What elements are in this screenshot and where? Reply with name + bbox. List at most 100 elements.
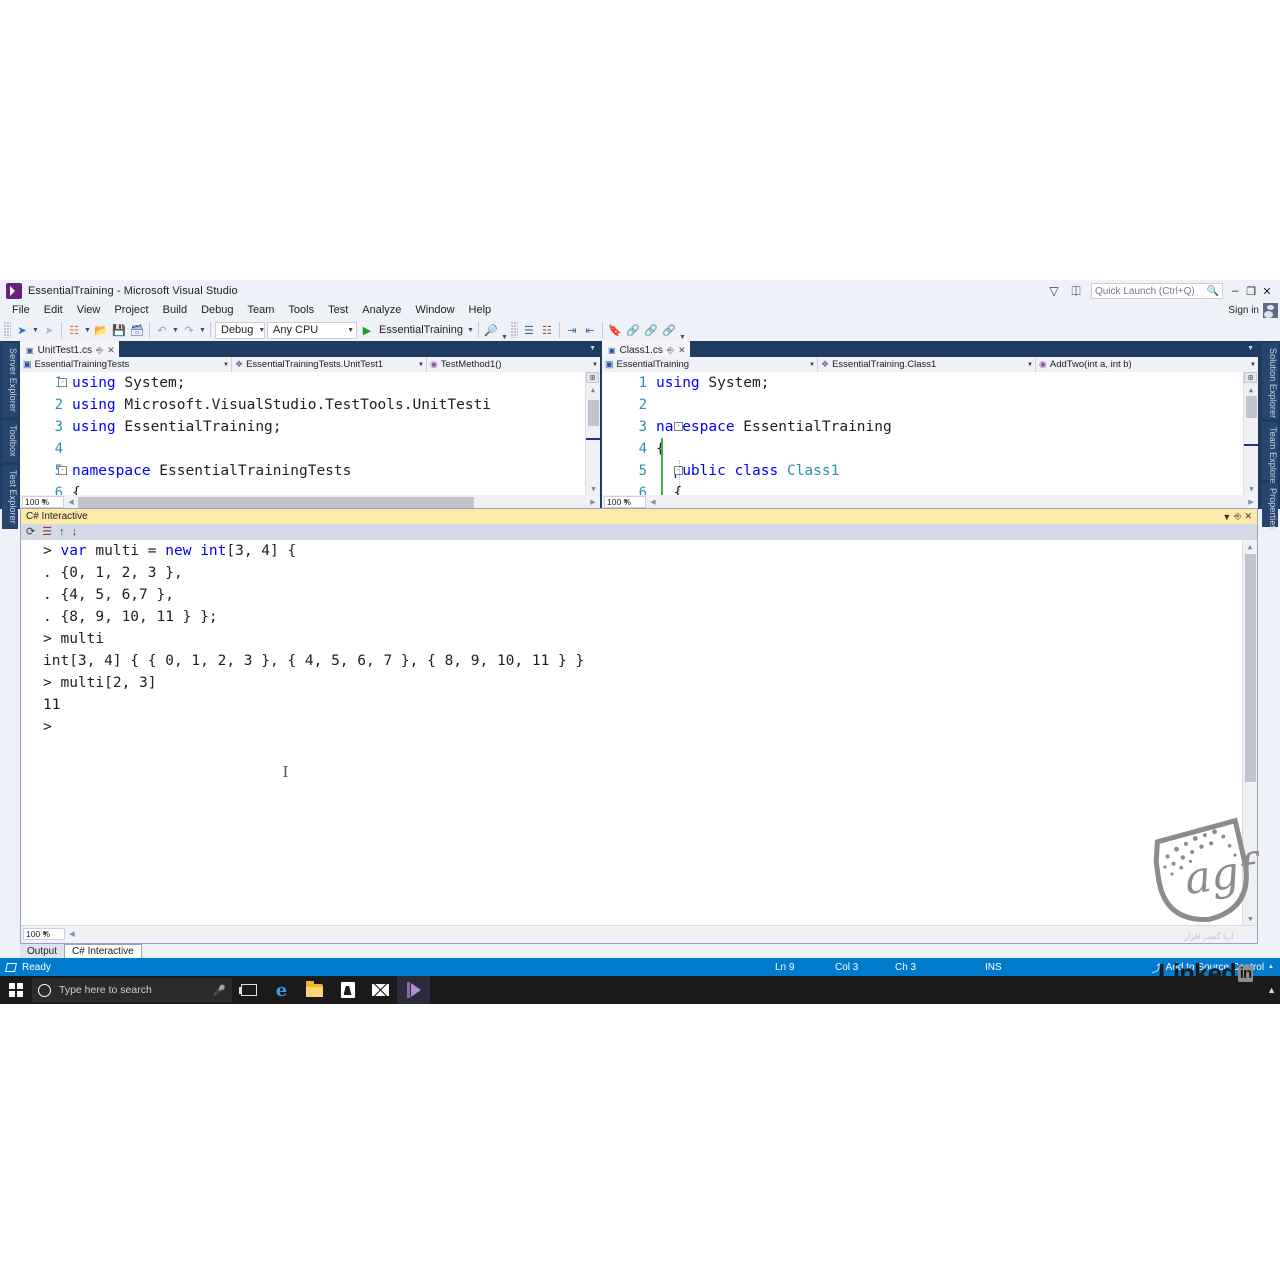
history-next-icon[interactable]: ↓ — [72, 526, 78, 538]
scroll-left-arrow-icon[interactable]: ◀ — [66, 498, 76, 506]
nav-project-dropdown[interactable]: ▣ EssentialTrainingTests ▼ — [20, 357, 232, 372]
scroll-right-arrow-icon[interactable]: ▶ — [1246, 498, 1256, 506]
collapse-fold-icon[interactable]: - — [674, 422, 683, 431]
scroll-down-arrow-icon[interactable]: ▼ — [1243, 912, 1257, 925]
menu-view[interactable]: View — [70, 302, 108, 319]
horizontal-scrollbar-left[interactable] — [78, 496, 586, 508]
scroll-down-arrow-icon[interactable]: ▼ — [586, 482, 600, 495]
mail-icon[interactable] — [364, 976, 397, 1004]
microphone-icon[interactable]: 🎤 — [213, 984, 226, 997]
menu-file[interactable]: File — [5, 302, 37, 319]
nav-member-dropdown[interactable]: ◉ AddTwo(int a, int b) ▼ — [1036, 357, 1258, 372]
scroll-left-arrow-icon[interactable]: ◀ — [67, 930, 77, 938]
sign-in-link[interactable]: Sign in — [1228, 305, 1259, 316]
interactive-zoom-dropdown[interactable]: 100 % ▼ — [23, 927, 65, 940]
undo-icon[interactable]: ↶ — [153, 321, 171, 339]
chevron-down-icon[interactable]: ▼ — [171, 327, 180, 334]
rail-tab-test-explorer[interactable]: Test Explorer — [2, 464, 18, 529]
rail-tab-team-explorer[interactable]: Team Explorer — [1262, 422, 1278, 486]
clear-bookmarks-icon[interactable]: 🔗 — [660, 321, 678, 339]
scrollbar-thumb[interactable] — [1245, 554, 1256, 782]
chevron-up-icon[interactable]: ▲ — [1268, 964, 1274, 970]
chevron-down-icon[interactable]: ▼ — [466, 327, 475, 334]
menu-analyze[interactable]: Analyze — [355, 302, 408, 319]
solution-configuration-dropdown[interactable]: Debug ▼ — [215, 321, 265, 339]
zoom-level-dropdown-left[interactable]: 100 % ▼ — [22, 496, 64, 508]
toolbar-grip[interactable] — [4, 322, 11, 338]
pin-icon[interactable]: ⎆ — [96, 345, 103, 356]
nav-project-dropdown[interactable]: ▣ EssentialTraining ▼ — [602, 357, 818, 372]
menu-edit[interactable]: Edit — [37, 302, 70, 319]
chevron-down-icon[interactable]: ▼ — [31, 327, 40, 334]
scroll-right-arrow-icon[interactable]: ▶ — [588, 498, 598, 506]
menu-build[interactable]: Build — [156, 302, 194, 319]
menu-debug[interactable]: Debug — [194, 302, 240, 319]
menu-team[interactable]: Team — [241, 302, 282, 319]
rail-tab-properties[interactable]: Properties — [1262, 483, 1278, 530]
interactive-output[interactable]: ▲ ▼ > var multi = new int[3, 4] {. {0, 1… — [21, 540, 1257, 925]
microsoft-store-icon[interactable] — [331, 976, 364, 1004]
pin-icon[interactable]: ⎆ — [1234, 511, 1241, 522]
split-view-grip[interactable]: ⊞ — [1244, 372, 1257, 383]
editor-vertical-scrollbar[interactable]: ⊞ ▲ ▼ — [1243, 372, 1258, 495]
show-hidden-icons-chevron[interactable]: ▲ — [1267, 985, 1276, 995]
menu-tools[interactable]: Tools — [281, 302, 321, 319]
history-previous-icon[interactable]: ↑ — [59, 526, 65, 538]
collapse-fold-icon[interactable]: - — [58, 466, 67, 475]
outdent-icon[interactable]: ⇤ — [581, 321, 599, 339]
interactive-vertical-scrollbar[interactable]: ▲ ▼ — [1242, 540, 1257, 925]
nav-member-dropdown[interactable]: ◉ TestMethod1() ▼ — [427, 357, 600, 372]
split-view-grip[interactable]: ⊞ — [586, 372, 599, 383]
new-project-icon[interactable]: ☷ — [65, 321, 83, 339]
visual-studio-icon[interactable] — [397, 976, 430, 1004]
tab-overflow-chevron-icon[interactable]: ▼ — [589, 345, 596, 352]
nav-type-dropdown[interactable]: ❖ EssentialTraining.Class1 ▼ — [818, 357, 1036, 372]
interactive-horizontal-scrollbar[interactable] — [79, 928, 1255, 939]
close-icon[interactable]: ✕ — [107, 345, 115, 356]
open-file-icon[interactable]: 📂 — [92, 321, 110, 339]
reset-interactive-icon[interactable]: ⟳ — [26, 526, 35, 538]
scroll-up-arrow-icon[interactable]: ▲ — [1244, 383, 1258, 396]
menu-project[interactable]: Project — [107, 302, 155, 319]
scroll-left-arrow-icon[interactable]: ◀ — [648, 498, 658, 506]
rail-tab-solution-explorer[interactable]: Solution Explorer — [1262, 343, 1278, 419]
file-explorer-icon[interactable] — [298, 976, 331, 1004]
scroll-up-arrow-icon[interactable]: ▲ — [586, 383, 600, 396]
editor-vertical-scrollbar[interactable]: ⊞ ▲ ▼ — [585, 372, 600, 495]
uncomment-icon[interactable]: ☷ — [538, 321, 556, 339]
avatar[interactable] — [1263, 302, 1278, 318]
comment-icon[interactable]: ☰ — [520, 321, 538, 339]
windows-start-icon[interactable] — [0, 976, 32, 1004]
close-button[interactable]: ✕ — [1259, 280, 1275, 302]
close-icon[interactable]: ✕ — [678, 345, 686, 356]
code-editor-class1[interactable]: 1 using System; 2 3 - namespace EssentialTrai… — [602, 372, 1258, 495]
menu-window[interactable]: Window — [408, 302, 461, 319]
save-icon[interactable]: 💾 — [110, 321, 128, 339]
attach-process-icon[interactable]: 🔎 — [482, 321, 500, 339]
rail-tab-toolbox[interactable]: Toolbox — [2, 420, 18, 462]
search-input[interactable]: Type here to search 🎤 — [32, 978, 232, 1002]
pin-icon[interactable]: ⎆ — [667, 345, 674, 356]
document-tab-unittest1[interactable]: ▣ UnitTest1.cs ⎆ ✕ — [20, 341, 119, 357]
chevron-down-icon[interactable]: ▼ — [198, 327, 207, 334]
chevron-down-icon[interactable]: ▼ — [500, 334, 509, 341]
edge-browser-icon[interactable]: e — [265, 976, 298, 1004]
scrollbar-thumb[interactable] — [78, 496, 475, 508]
code-editor-unittest1[interactable]: 1-using System; 2 using Microsoft.VisualSt… — [20, 372, 600, 495]
toolbar-grip[interactable] — [510, 322, 518, 338]
prev-bookmark-icon[interactable]: 🔗 — [642, 321, 660, 339]
start-target-label[interactable]: EssentialTraining — [376, 324, 466, 336]
nav-type-dropdown[interactable]: ❖ EssentialTrainingTests.UnitTest1 ▼ — [232, 357, 427, 372]
menu-help[interactable]: Help — [462, 302, 499, 319]
minimize-button[interactable]: – — [1227, 280, 1243, 302]
indent-icon[interactable]: ⇥ — [563, 321, 581, 339]
tab-output[interactable]: Output — [20, 944, 65, 958]
navigate-backward-icon[interactable]: ➤ — [13, 321, 31, 339]
scroll-up-arrow-icon[interactable]: ▲ — [1243, 540, 1257, 553]
tab-csharp-interactive[interactable]: C# Interactive — [64, 944, 142, 958]
redo-icon[interactable]: ↷ — [180, 321, 198, 339]
clear-window-icon[interactable]: ☰ — [42, 526, 52, 538]
feedback-funnel-icon[interactable]: ▽ — [1043, 280, 1065, 302]
rail-tab-server-explorer[interactable]: Server Explorer — [2, 343, 18, 417]
start-debug-icon[interactable]: ▶ — [358, 321, 376, 339]
